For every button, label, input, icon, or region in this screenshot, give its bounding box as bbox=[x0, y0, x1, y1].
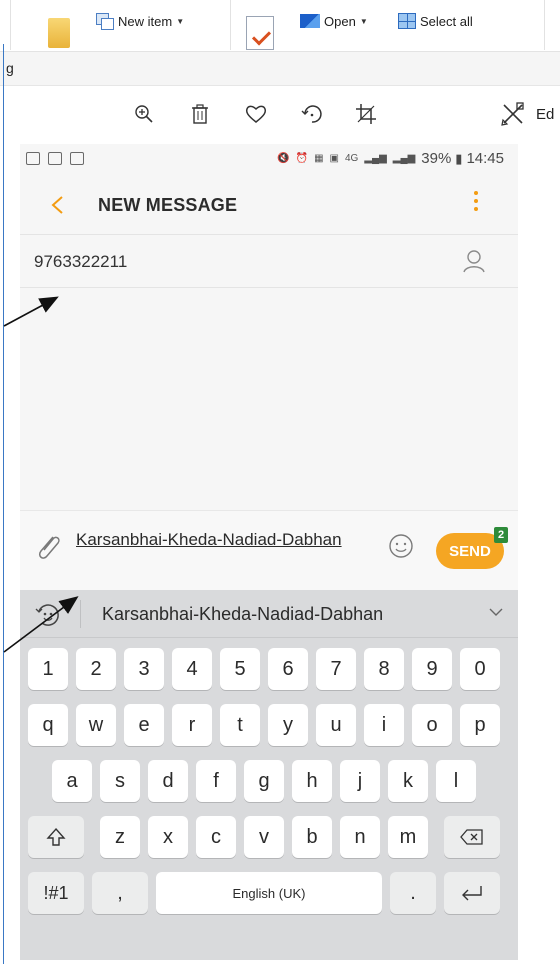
annotation-arrows bbox=[3, 296, 79, 653]
annotation-arrow bbox=[3, 296, 59, 327]
annotation-arrow bbox=[3, 596, 79, 653]
